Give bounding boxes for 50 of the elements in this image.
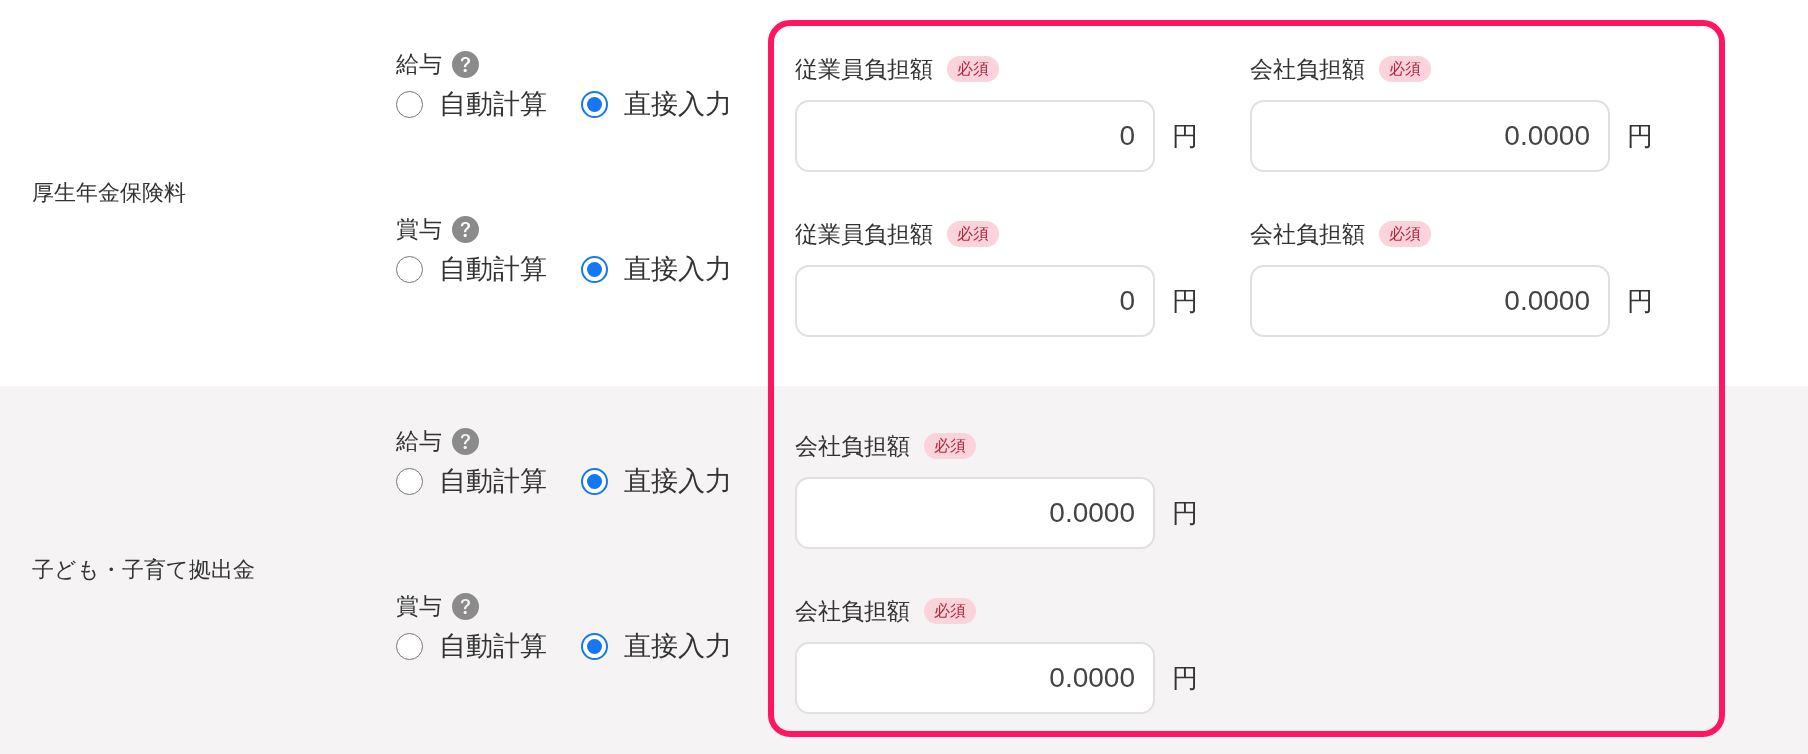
- radio-label[interactable]: 直接入力: [624, 89, 732, 119]
- unit-label: 円: [1172, 286, 1198, 316]
- group-title: 給与: [396, 50, 442, 79]
- radio-button[interactable]: [581, 255, 608, 283]
- radio-label[interactable]: 自動計算: [439, 89, 547, 119]
- help-icon[interactable]: [452, 592, 479, 620]
- unit-label: 円: [1627, 121, 1653, 151]
- radio-label[interactable]: 直接入力: [624, 631, 732, 661]
- row-label: 厚生年金保険料: [31, 179, 187, 207]
- radio-button[interactable]: [396, 632, 423, 660]
- group-title: 賞与: [396, 215, 442, 244]
- radio-button[interactable]: [396, 467, 423, 495]
- radio-label[interactable]: 自動計算: [439, 254, 547, 284]
- radio-button[interactable]: [581, 632, 608, 660]
- field-label: 会社負担額: [1250, 220, 1365, 249]
- required-badge: 必須: [924, 598, 976, 624]
- field-label: 従業員負担額: [795, 55, 933, 84]
- group-title: 給与: [396, 427, 442, 456]
- radio-label[interactable]: 自動計算: [439, 466, 547, 496]
- radio-label[interactable]: 自動計算: [439, 631, 547, 661]
- row-label: 子ども・子育て拠出金: [31, 556, 256, 584]
- amount-field[interactable]: 0.0000: [1250, 265, 1610, 337]
- field-label: 会社負担額: [795, 432, 910, 461]
- help-icon[interactable]: [452, 215, 479, 243]
- amount-field[interactable]: 0.0000: [1250, 100, 1610, 172]
- unit-label: 円: [1627, 286, 1653, 316]
- required-badge: 必須: [1379, 221, 1431, 247]
- amount-field[interactable]: 0: [795, 265, 1155, 337]
- field-label: 会社負担額: [1250, 55, 1365, 84]
- unit-label: 円: [1172, 498, 1198, 528]
- radio-button[interactable]: [396, 255, 423, 283]
- help-icon[interactable]: [452, 427, 479, 455]
- unit-label: 円: [1172, 663, 1198, 693]
- required-badge: 必須: [924, 433, 976, 459]
- amount-field[interactable]: 0.0000: [795, 642, 1155, 714]
- radio-button[interactable]: [581, 90, 608, 118]
- amount-field[interactable]: 0: [795, 100, 1155, 172]
- radio-button[interactable]: [581, 467, 608, 495]
- unit-label: 円: [1172, 121, 1198, 151]
- field-label: 従業員負担額: [795, 220, 933, 249]
- radio-label[interactable]: 直接入力: [624, 254, 732, 284]
- radio-label[interactable]: 直接入力: [624, 466, 732, 496]
- field-label: 会社負担額: [795, 597, 910, 626]
- radio-button[interactable]: [396, 90, 423, 118]
- amount-field[interactable]: 0.0000: [795, 477, 1155, 549]
- help-icon[interactable]: [452, 50, 479, 78]
- required-badge: 必須: [947, 221, 999, 247]
- group-title: 賞与: [396, 592, 442, 621]
- required-badge: 必須: [947, 56, 999, 82]
- required-badge: 必須: [1379, 56, 1431, 82]
